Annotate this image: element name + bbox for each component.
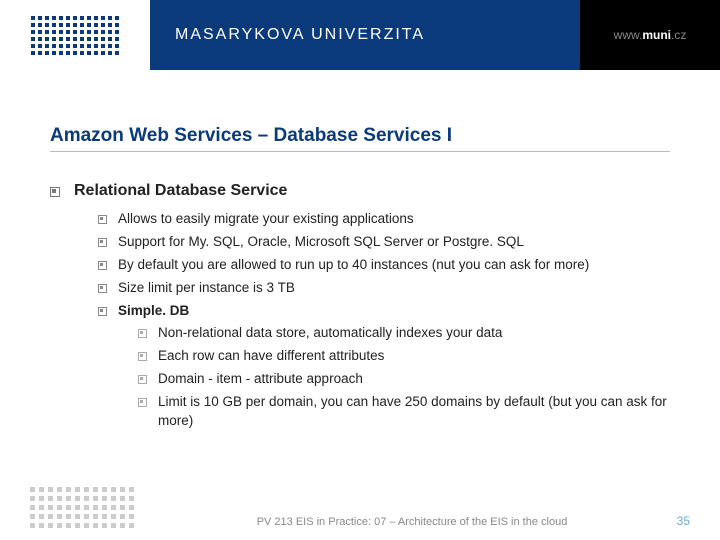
- header-url: www.muni.cz: [580, 0, 720, 70]
- bullet-list-level3: Non-relational data store, automatically…: [118, 324, 670, 430]
- list-item: Allows to easily migrate your existing a…: [98, 210, 670, 229]
- list-item: By default you are allowed to run up to …: [98, 256, 670, 275]
- university-name: MASARYKOVA UNIVERZITA: [175, 26, 425, 44]
- list-item: Simple. DB Non-relational data store, au…: [98, 302, 670, 431]
- list-item: Non-relational data store, automatically…: [138, 324, 670, 343]
- bullet-list-level1: Relational Database Service Allows to ea…: [50, 182, 670, 431]
- list-item: Relational Database Service Allows to ea…: [50, 182, 670, 431]
- bullet-list-level2: Allows to easily migrate your existing a…: [74, 210, 670, 431]
- slide-content: Amazon Web Services – Database Services …: [0, 70, 720, 431]
- subsection-heading: Simple. DB: [118, 303, 189, 318]
- list-item: Limit is 10 GB per domain, you can have …: [138, 393, 670, 431]
- footer-text: PV 213 EIS in Practice: 07 – Architectur…: [134, 516, 650, 528]
- url-main: muni: [642, 28, 671, 42]
- section-heading: Relational Database Service: [74, 182, 287, 199]
- list-item: Support for My. SQL, Oracle, Microsoft S…: [98, 233, 670, 252]
- slide-footer: PV 213 EIS in Practice: 07 – Architectur…: [0, 487, 720, 528]
- list-item: Each row can have different attributes: [138, 347, 670, 366]
- dot-pattern-icon: [31, 16, 119, 55]
- footer-dot-pattern-icon: [30, 487, 134, 528]
- slide-title: Amazon Web Services – Database Services …: [50, 125, 670, 152]
- header-logo-dots: [0, 0, 150, 70]
- list-item: Size limit per instance is 3 TB: [98, 279, 670, 298]
- page-number: 35: [650, 514, 690, 528]
- url-suffix: .cz: [671, 28, 686, 42]
- url-prefix: www.: [614, 28, 643, 42]
- list-item: Domain - item - attribute approach: [138, 370, 670, 389]
- slide-header: MASARYKOVA UNIVERZITA www.muni.cz: [0, 0, 720, 70]
- header-title-bar: MASARYKOVA UNIVERZITA: [150, 0, 580, 70]
